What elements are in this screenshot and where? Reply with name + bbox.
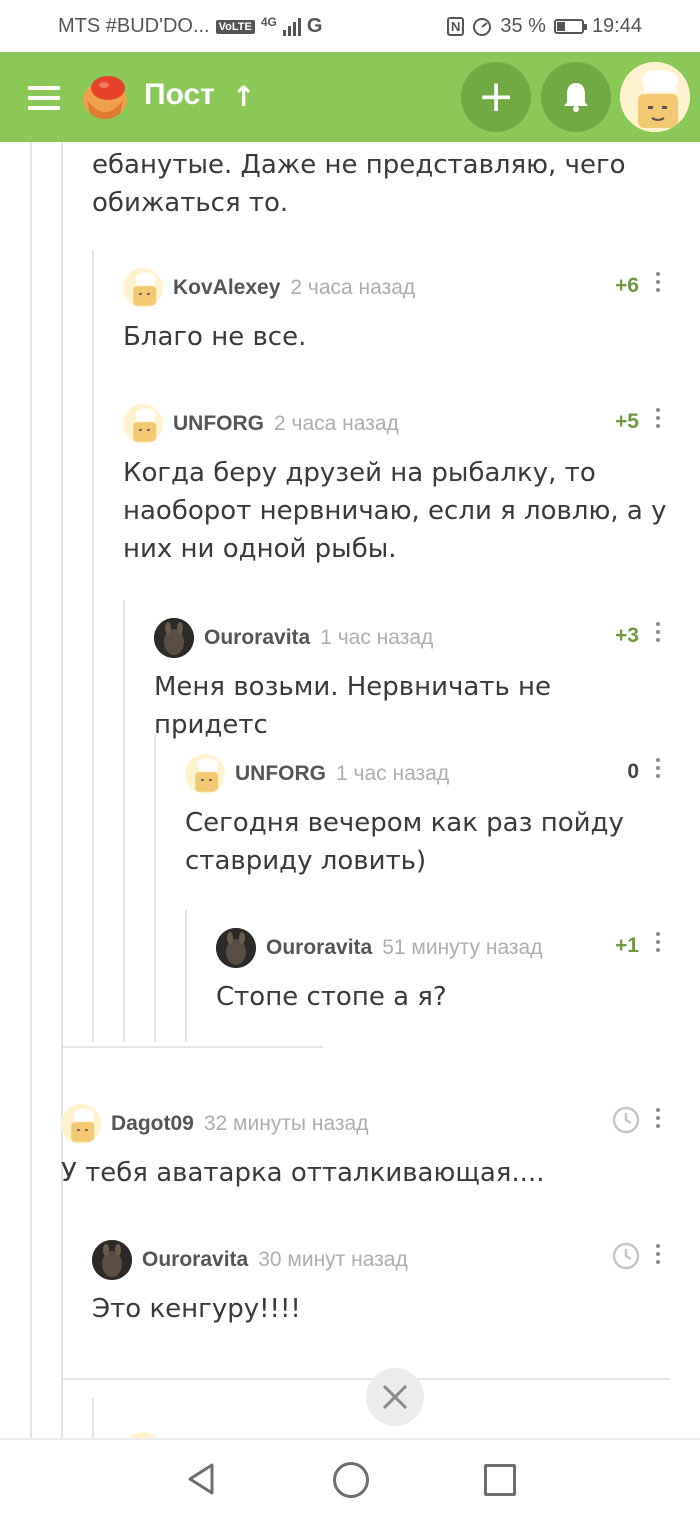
kangaroo-avatar-icon: [92, 1240, 132, 1280]
comments-area[interactable]: ебанутые. Даже не представляю, чего обиж…: [0, 142, 700, 1438]
home-circle-icon[interactable]: [333, 1462, 369, 1498]
comment-text: Это кенгуру!!!!: [92, 1294, 301, 1324]
status-left: MTS #BUD'DO... VoLTE 4G G: [58, 15, 322, 38]
thread-line: [123, 600, 125, 1042]
comment-author[interactable]: Ouroravita: [142, 1248, 248, 1272]
volte-badge: VoLTE: [215, 19, 255, 34]
comment-time[interactable]: 30 минут назад: [258, 1248, 408, 1272]
more-options-icon[interactable]: [656, 272, 662, 296]
thread-line: [30, 142, 32, 1438]
close-thread-button[interactable]: [366, 1368, 424, 1426]
thread-divider: [61, 1046, 323, 1048]
signal-icon: [282, 17, 301, 36]
avatar[interactable]: [92, 1240, 132, 1280]
comment-text: Стопе стопе а я?: [216, 982, 447, 1012]
avatar[interactable]: [123, 404, 163, 444]
menu-icon[interactable]: [28, 86, 60, 110]
more-options-icon[interactable]: [656, 1244, 662, 1268]
battery-icon: [553, 19, 587, 34]
g-label: G: [306, 15, 323, 37]
arrow-up-icon[interactable]: ↑: [232, 80, 255, 113]
chef-avatar-icon: [195, 758, 219, 792]
avatar[interactable]: [61, 1104, 101, 1144]
comment-author[interactable]: UNFORG: [173, 412, 264, 436]
comment-text: Меня возьми. Нервничать не придетс: [154, 672, 552, 740]
comment-text: Благо не все.: [123, 322, 307, 352]
comment-time[interactable]: 32 минуты назад: [204, 1112, 369, 1136]
comment-time[interactable]: 2 часа назад: [290, 276, 415, 300]
more-options-icon[interactable]: [656, 408, 662, 432]
comment-text: ебанутые. Даже не представляю, чего обиж…: [92, 150, 626, 218]
avatar[interactable]: [185, 754, 225, 794]
thread-line: [92, 1398, 94, 1438]
comment-text: Сегодня вечером как раз пойду ставриду л…: [185, 808, 624, 876]
page-title: Пост: [144, 78, 215, 111]
comment-author[interactable]: Dagot09: [111, 1112, 194, 1136]
comment-author[interactable]: KovAlexey: [173, 276, 280, 300]
logo-icon[interactable]: [78, 70, 132, 122]
clock-icon[interactable]: [612, 1242, 640, 1270]
comment-time[interactable]: 1 час назад: [336, 762, 449, 786]
comment-rating[interactable]: +1: [579, 934, 639, 958]
comment-text: У тебя аватарка отталкивающая....: [61, 1158, 545, 1188]
comment-author[interactable]: Ouroravita: [204, 626, 310, 650]
kangaroo-avatar-icon: [216, 928, 256, 968]
thread-line: [154, 734, 156, 1042]
app-header: Пост ↑ +: [0, 52, 700, 142]
plus-icon: +: [477, 71, 515, 122]
close-icon: [382, 1384, 408, 1410]
more-options-icon[interactable]: [656, 622, 662, 646]
back-triangle-icon[interactable]: [186, 1462, 216, 1496]
comment-author[interactable]: UNFORG: [235, 762, 326, 786]
comment-text: Когда беру друзей на рыбалку, то наоборо…: [123, 458, 667, 564]
recent-square-icon[interactable]: [484, 1464, 516, 1496]
comment-time[interactable]: 1 час назад: [320, 626, 433, 650]
chef-avatar-icon: [133, 408, 157, 442]
avatar[interactable]: [154, 618, 194, 658]
user-avatar[interactable]: [620, 62, 690, 132]
thread-line: [61, 1220, 63, 1358]
comment-author[interactable]: Ouroravita: [266, 936, 372, 960]
more-options-icon[interactable]: [656, 758, 662, 782]
clock-time: 19:44: [591, 15, 642, 37]
notifications-button[interactable]: [541, 62, 611, 132]
bell-icon: [564, 83, 588, 112]
comment-rating[interactable]: +6: [579, 274, 639, 298]
comment-time[interactable]: 2 часа назад: [274, 412, 399, 436]
status-right: N 35 % 19:44: [446, 15, 642, 38]
chef-avatar-icon: [133, 272, 157, 306]
battery-percent: 35 %: [500, 15, 546, 37]
comment-rating[interactable]: +5: [579, 410, 639, 434]
thread-line: [185, 910, 187, 1042]
comment-rating[interactable]: 0: [579, 760, 639, 784]
more-options-icon[interactable]: [656, 1108, 662, 1132]
add-post-button[interactable]: +: [461, 62, 531, 132]
thread-divider: [61, 1378, 670, 1380]
kangaroo-avatar-icon: [154, 618, 194, 658]
comment-time[interactable]: 51 минуту назад: [382, 936, 542, 960]
avatar[interactable]: [216, 928, 256, 968]
nfc-icon: N: [446, 17, 465, 36]
more-options-icon[interactable]: [656, 932, 662, 956]
system-nav-bar: [0, 1438, 700, 1516]
status-bar: MTS #BUD'DO... VoLTE 4G G N 35 % 19:44: [0, 0, 700, 52]
chef-avatar-icon: [71, 1108, 95, 1142]
gauge-icon: [473, 17, 492, 36]
clock-icon[interactable]: [612, 1106, 640, 1134]
comment-rating[interactable]: +3: [579, 624, 639, 648]
thread-line: [92, 250, 94, 1042]
avatar[interactable]: [123, 268, 163, 308]
network-type: 4G: [260, 15, 277, 29]
carrier-name: MTS #BUD'DO...: [58, 15, 210, 37]
chef-avatar-icon: [620, 62, 690, 132]
